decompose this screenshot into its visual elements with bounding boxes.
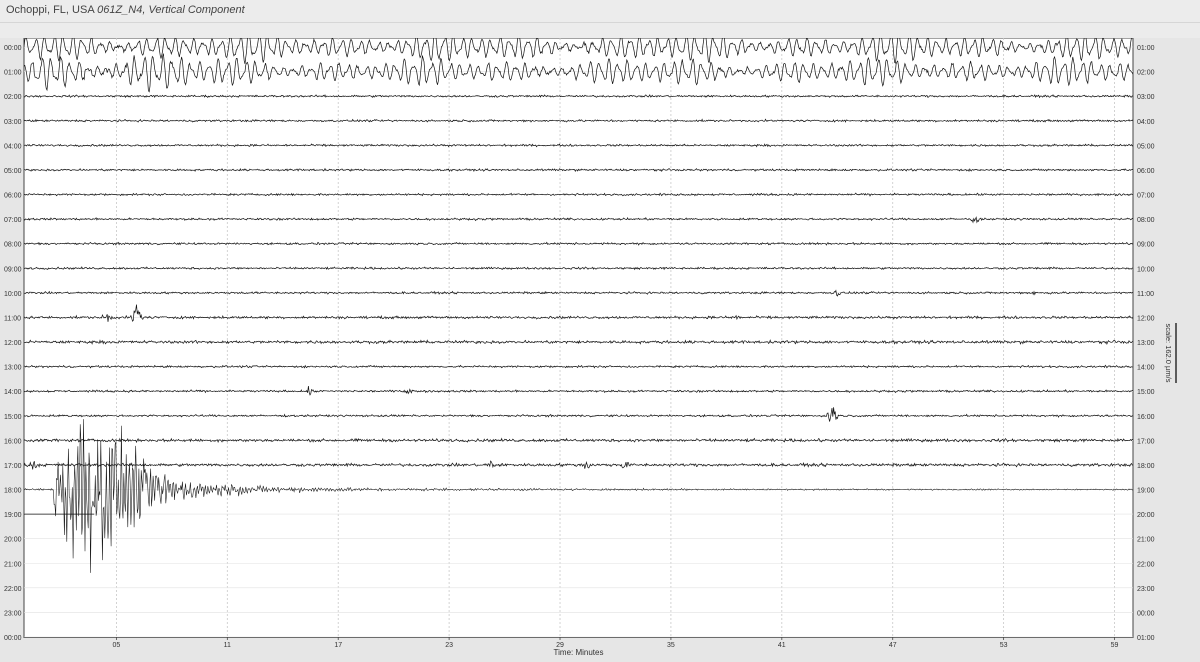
- right-time-label: 08:00: [1137, 217, 1155, 224]
- left-time-label: 19:00: [4, 512, 22, 519]
- left-time-label: 12:00: [4, 340, 22, 347]
- left-time-label: 17:00: [4, 463, 22, 470]
- x-tick-label: 05: [113, 642, 121, 649]
- left-time-label: 22:00: [4, 586, 22, 593]
- left-time-label: 00:00: [4, 45, 22, 52]
- left-time-label: 15:00: [4, 414, 22, 421]
- right-time-label: 19:00: [1137, 488, 1155, 495]
- left-time-label: 07:00: [4, 217, 22, 224]
- left-time-label: 10:00: [4, 291, 22, 298]
- right-time-label: 17:00: [1137, 438, 1155, 445]
- left-time-label: 18:00: [4, 488, 22, 495]
- left-time-label: 16:00: [4, 438, 22, 445]
- left-time-label: 04:00: [4, 143, 22, 150]
- x-tick-label: 59: [1111, 642, 1119, 649]
- left-time-label: 21:00: [4, 561, 22, 568]
- x-tick-label: 23: [445, 642, 453, 649]
- right-time-label: 01:00: [1137, 635, 1155, 642]
- right-time-label: 07:00: [1137, 193, 1155, 200]
- right-time-label: 15:00: [1137, 389, 1155, 396]
- left-time-label: 20:00: [4, 537, 22, 544]
- component-name: Vertical Component: [148, 4, 245, 16]
- x-tick-label: 35: [667, 642, 675, 649]
- left-time-label: 13:00: [4, 365, 22, 372]
- right-time-label: 23:00: [1137, 586, 1155, 593]
- right-time-label: 13:00: [1137, 340, 1155, 347]
- helicorder-chart: 00:00 01:00 02:00 03:00 04:00 05:00 06:00 07:00…: [4, 38, 1177, 657]
- left-time-label: 14:00: [4, 389, 22, 396]
- left-time-label: 00:00: [4, 635, 22, 642]
- station-location: Ochoppi, FL, USA: [6, 4, 95, 16]
- left-time-label: 08:00: [4, 242, 22, 249]
- right-time-label: 16:00: [1137, 414, 1155, 421]
- right-time-label: 22:00: [1137, 561, 1155, 568]
- x-tick-label: 41: [778, 642, 786, 649]
- x-tick-label: 11: [224, 642, 231, 649]
- left-time-label: 05:00: [4, 168, 22, 175]
- scale-label: scale: 162.0 µm/s: [1164, 324, 1173, 383]
- left-time-label: 23:00: [4, 610, 22, 617]
- right-time-label: 05:00: [1137, 143, 1155, 150]
- right-time-label: 20:00: [1137, 512, 1155, 519]
- window-title-bar: Ochoppi, FL, USA 061Z_N4, Vertical Compo…: [0, 0, 1200, 23]
- plot-frame: [23, 38, 1134, 638]
- station-code: 061Z_N4: [97, 4, 143, 16]
- left-time-label: 03:00: [4, 119, 22, 126]
- right-time-label: 02:00: [1137, 70, 1155, 77]
- right-time-label: 11:00: [1137, 291, 1154, 298]
- x-tick-label: 17: [334, 642, 342, 649]
- x-tick-label: 47: [889, 642, 897, 649]
- left-time-label: 02:00: [4, 94, 22, 101]
- x-axis-label: Time: Minutes: [554, 648, 604, 657]
- left-time-label: 11:00: [4, 315, 21, 322]
- right-time-label: 04:00: [1137, 119, 1155, 126]
- right-time-label: 00:00: [1137, 610, 1155, 617]
- right-time-label: 06:00: [1137, 168, 1155, 175]
- right-time-label: 21:00: [1137, 537, 1155, 544]
- right-time-label: 14:00: [1137, 365, 1155, 372]
- page-title: Ochoppi, FL, USA 061Z_N4, Vertical Compo…: [6, 4, 245, 16]
- right-time-label: 18:00: [1137, 463, 1155, 470]
- left-time-label: 06:00: [4, 193, 22, 200]
- right-time-label: 03:00: [1137, 94, 1155, 101]
- left-time-label: 01:00: [4, 70, 22, 77]
- right-time-label: 10:00: [1137, 266, 1155, 273]
- right-time-label: 01:00: [1137, 45, 1155, 52]
- left-time-label: 09:00: [4, 266, 22, 273]
- right-time-label: 09:00: [1137, 242, 1155, 249]
- seismogram-panel: 00:00 01:00 02:00 03:00 04:00 05:00 06:00 07:00…: [0, 38, 1200, 662]
- right-time-label: 12:00: [1137, 315, 1155, 322]
- x-tick-label: 53: [1000, 642, 1008, 649]
